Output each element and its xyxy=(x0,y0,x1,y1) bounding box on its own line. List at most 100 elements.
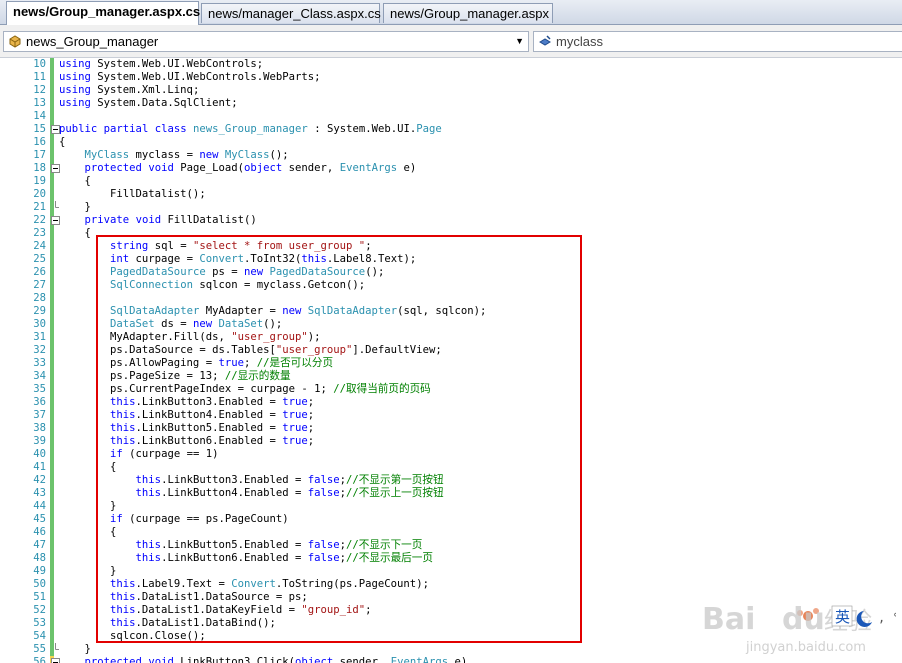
code-line[interactable]: 14 xyxy=(0,110,902,123)
change-marker xyxy=(50,175,54,188)
line-number: 25 xyxy=(33,253,46,265)
change-marker xyxy=(50,526,54,539)
collapse-toggle-icon[interactable] xyxy=(51,656,60,663)
change-marker xyxy=(50,396,54,409)
change-marker xyxy=(50,357,54,370)
line-number: 40 xyxy=(33,448,46,460)
line-number: 39 xyxy=(33,435,46,447)
code-line[interactable]: 19 { xyxy=(0,175,902,188)
code-text: MyClass myclass = new MyClass(); xyxy=(84,149,289,161)
code-text: FillDatalist(); xyxy=(59,188,206,200)
outline-end-marker xyxy=(51,201,59,214)
tab-manager-class-cs[interactable]: news/manager_Class.aspx.cs xyxy=(201,3,381,23)
code-text: using System.Data.SqlClient; xyxy=(59,97,238,109)
line-number: 33 xyxy=(33,357,46,369)
line-number: 43 xyxy=(33,487,46,499)
code-line[interactable]: 18 protected void Page_Load(object sende… xyxy=(0,162,902,175)
line-number: 13 xyxy=(33,97,46,109)
line-number: 12 xyxy=(33,84,46,96)
class-dropdown-value: news_Group_manager xyxy=(26,34,159,49)
line-number: 32 xyxy=(33,344,46,356)
code-line[interactable]: 17 MyClass myclass = new MyClass(); xyxy=(0,149,902,162)
code-text: private void FillDatalist() xyxy=(84,214,257,226)
change-marker xyxy=(50,617,54,630)
code-text: } xyxy=(59,643,91,655)
line-number: 26 xyxy=(33,266,46,278)
change-marker xyxy=(50,552,54,565)
line-number: 56 xyxy=(33,656,46,663)
change-marker xyxy=(50,305,54,318)
line-number: 50 xyxy=(33,578,46,590)
line-number: 54 xyxy=(33,630,46,642)
change-marker xyxy=(50,578,54,591)
line-number: 30 xyxy=(33,318,46,330)
collapse-toggle-icon[interactable] xyxy=(51,123,60,136)
change-marker xyxy=(50,136,54,149)
collapse-toggle-icon[interactable] xyxy=(51,214,60,227)
code-line[interactable]: 15 public partial class news_Group_manage… xyxy=(0,123,902,136)
change-marker xyxy=(50,84,54,97)
change-marker xyxy=(50,253,54,266)
code-line[interactable]: 16 { xyxy=(0,136,902,149)
code-text: { xyxy=(59,136,66,148)
collapse-toggle-icon[interactable] xyxy=(51,162,60,175)
line-number: 48 xyxy=(33,552,46,564)
code-text: public partial class news_Group_manager … xyxy=(59,123,442,135)
line-number: 29 xyxy=(33,305,46,317)
tab-group-manager-aspx[interactable]: news/Group_manager.aspx xyxy=(383,3,553,23)
chevron-down-icon[interactable]: ▼ xyxy=(515,32,524,51)
code-text: protected void LinkButton3_Click(object … xyxy=(84,656,468,663)
change-marker xyxy=(50,110,54,123)
code-text: using System.Xml.Linq; xyxy=(59,84,200,96)
change-marker xyxy=(50,474,54,487)
line-number: 34 xyxy=(33,370,46,382)
class-dropdown[interactable]: news_Group_manager ▼ xyxy=(3,31,529,52)
code-line[interactable]: 20 FillDatalist(); xyxy=(0,188,902,201)
change-marker xyxy=(50,227,54,240)
code-text: using System.Web.UI.WebControls; xyxy=(59,58,264,70)
line-number: 46 xyxy=(33,526,46,538)
code-line[interactable]: 22 private void FillDatalist() xyxy=(0,214,902,227)
change-marker xyxy=(50,435,54,448)
change-marker xyxy=(50,149,54,162)
code-line[interactable]: 10 using System.Web.UI.WebControls; xyxy=(0,58,902,71)
code-line[interactable]: 21 } xyxy=(0,201,902,214)
line-number: 11 xyxy=(33,71,46,83)
change-marker xyxy=(50,539,54,552)
change-marker xyxy=(50,630,54,643)
line-number: 22 xyxy=(33,214,46,226)
line-number: 52 xyxy=(33,604,46,616)
highlight-box xyxy=(96,235,582,643)
line-number: 28 xyxy=(33,292,46,304)
line-number: 55 xyxy=(33,643,46,655)
line-number: 27 xyxy=(33,279,46,291)
field-icon xyxy=(539,35,551,46)
member-dropdown[interactable]: myclass xyxy=(533,31,902,52)
code-line[interactable]: 13 using System.Data.SqlClient; xyxy=(0,97,902,110)
change-marker xyxy=(50,461,54,474)
code-text: { xyxy=(59,175,91,187)
change-marker xyxy=(50,266,54,279)
line-number: 15 xyxy=(33,123,46,135)
tab-group-manager-cs[interactable]: news/Group_manager.aspx.cs xyxy=(6,1,200,25)
svg-text:Bai: Bai xyxy=(702,602,755,637)
change-marker xyxy=(50,513,54,526)
svg-text:du: du xyxy=(782,602,825,637)
svg-text:, °: , ° xyxy=(878,611,896,625)
line-number: 21 xyxy=(33,201,46,213)
line-number: 49 xyxy=(33,565,46,577)
line-number: 42 xyxy=(33,474,46,486)
line-number: 36 xyxy=(33,396,46,408)
change-marker xyxy=(50,604,54,617)
code-line[interactable]: 12 using System.Xml.Linq; xyxy=(0,84,902,97)
change-marker xyxy=(50,71,54,84)
change-marker xyxy=(50,409,54,422)
line-number: 10 xyxy=(33,58,46,70)
code-line[interactable]: 11 using System.Web.UI.WebControls.WebPar… xyxy=(0,71,902,84)
code-text: protected void Page_Load(object sender, … xyxy=(84,162,417,174)
change-marker xyxy=(50,240,54,253)
change-marker xyxy=(50,565,54,578)
change-marker xyxy=(50,58,54,71)
baidu-jingyan-watermark: Bai du 经验 英 , ° jingyan.baidu.com xyxy=(702,602,896,655)
change-marker xyxy=(50,97,54,110)
